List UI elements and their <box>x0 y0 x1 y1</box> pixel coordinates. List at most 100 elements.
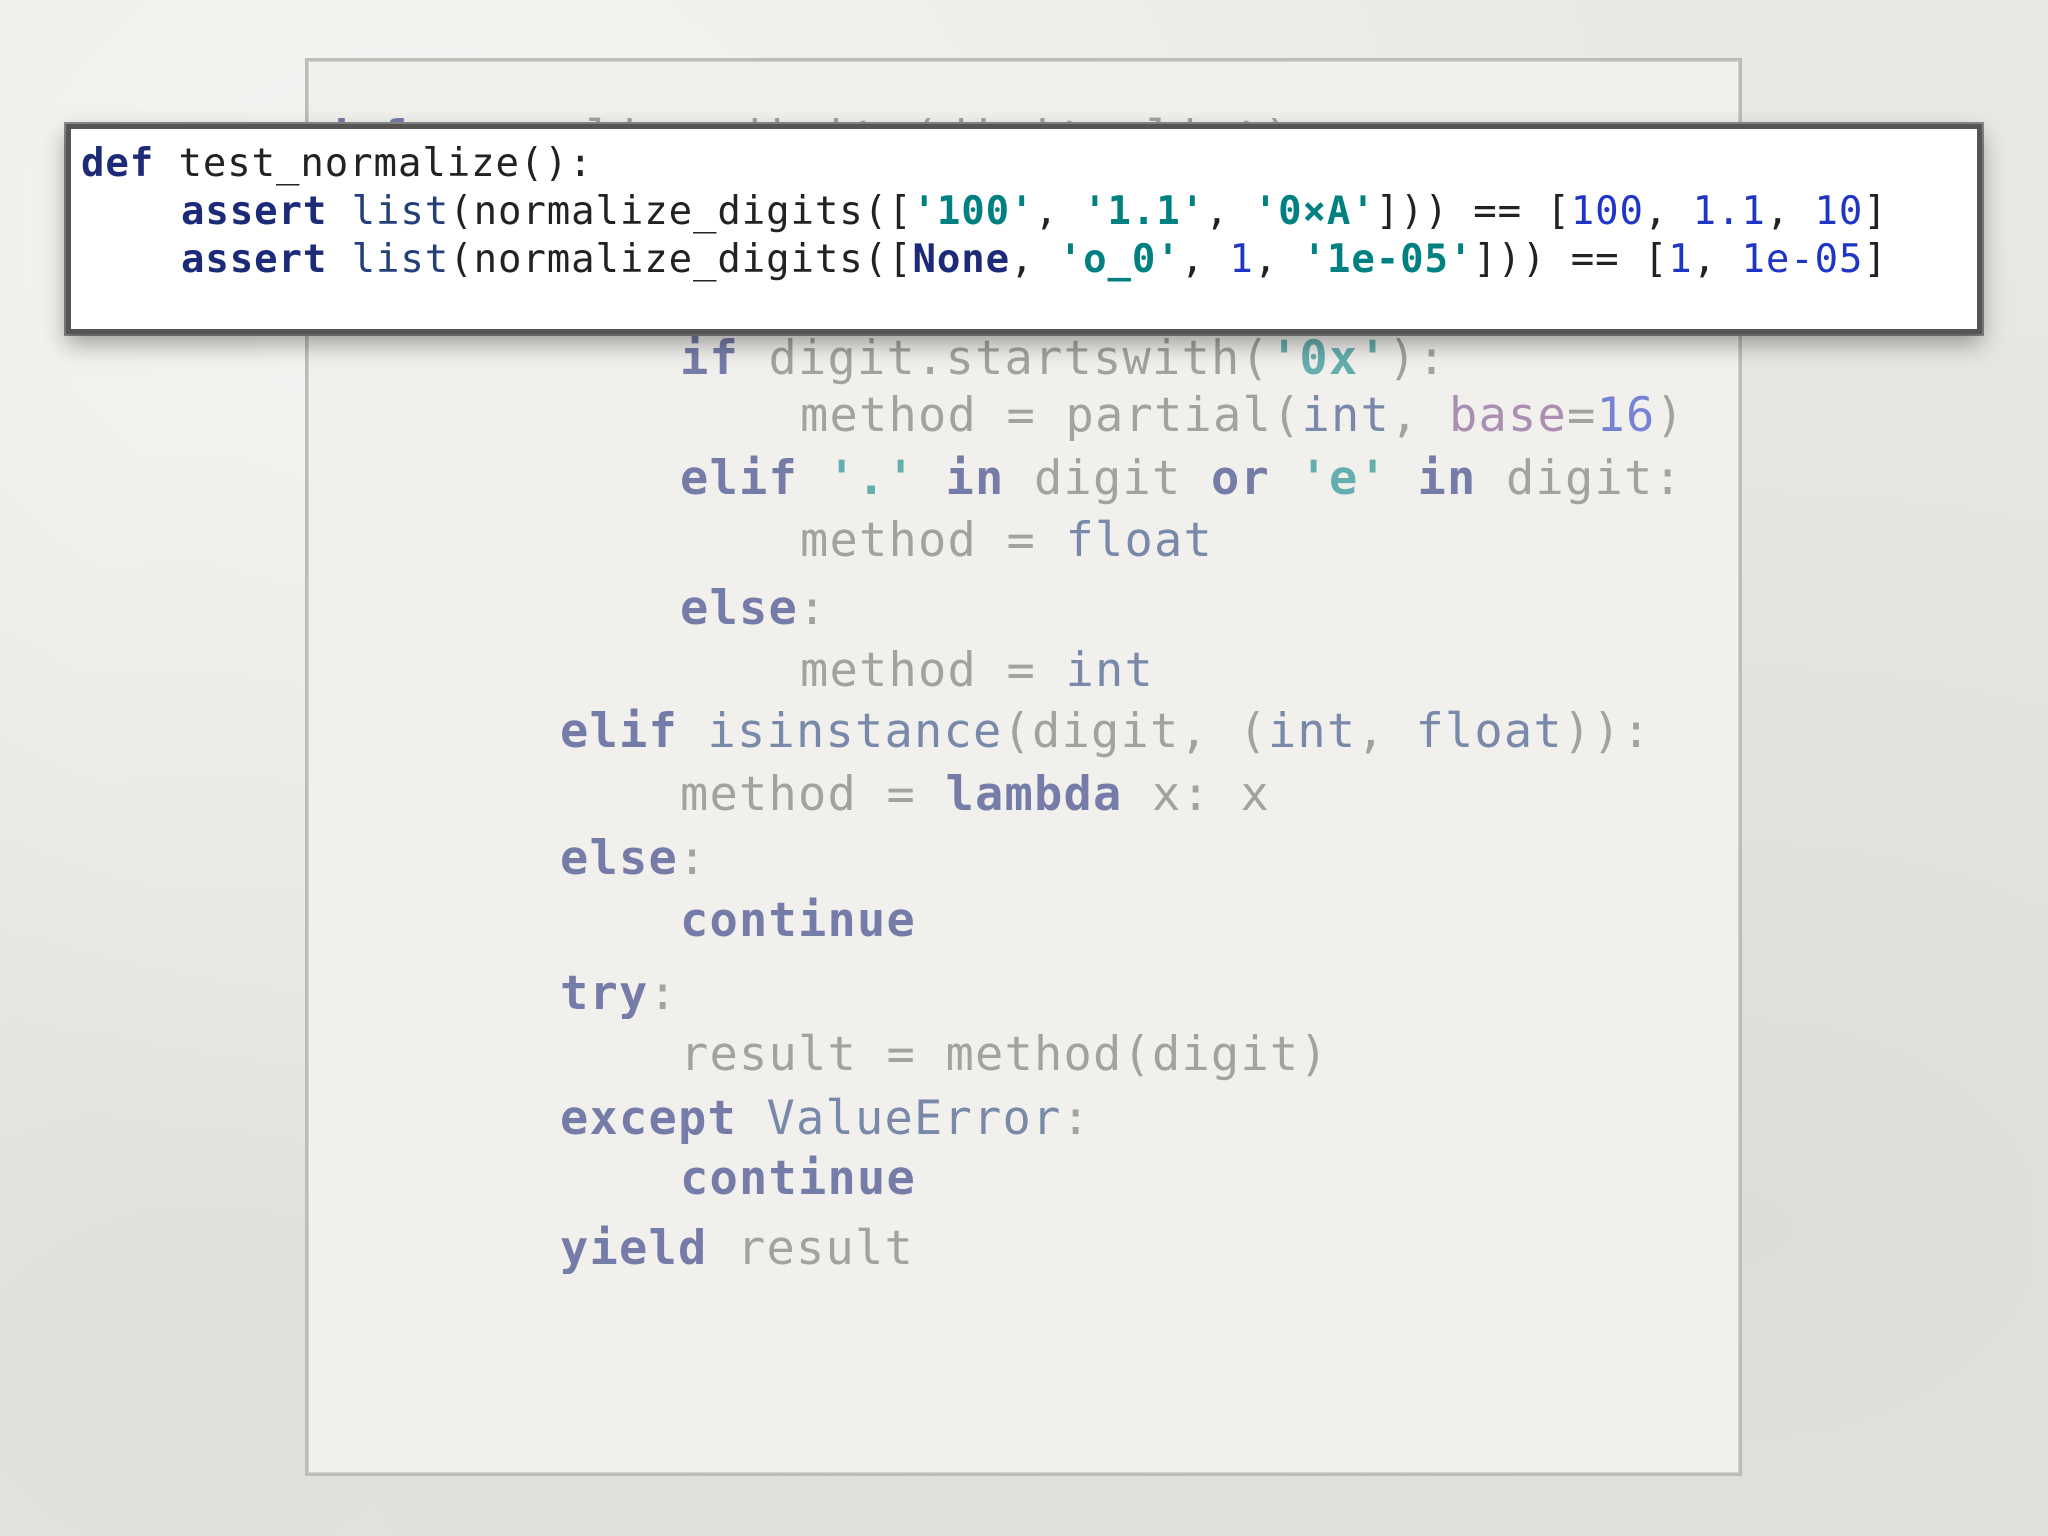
back-line: method = partial(int, base = 16) <box>800 388 1685 443</box>
back-token: or <box>1210 451 1270 506</box>
back-token: result = method(digit) <box>680 1027 1329 1082</box>
back-token: in <box>1417 451 1477 506</box>
back-line: try: <box>560 966 678 1021</box>
back-line: yield result <box>560 1221 914 1276</box>
front-token: 10 <box>1814 189 1864 234</box>
front-token: assert <box>181 237 328 282</box>
back-token: try <box>560 966 649 1021</box>
back-token: (digit, ( <box>1002 704 1268 759</box>
front-token: list <box>351 189 450 234</box>
front-token: 'o_0' <box>1058 237 1181 282</box>
back-line: except ValueError: <box>560 1091 1091 1146</box>
back-token: method = <box>800 513 1066 568</box>
back-token: int <box>1065 643 1154 698</box>
front-token: def <box>81 141 155 186</box>
front-line: assert list (normalize_digits([None, 'o_0… <box>181 237 1888 282</box>
back-token: yield <box>560 1221 708 1276</box>
back-line: else: <box>560 831 708 886</box>
front-token: , <box>1643 189 1693 234</box>
front-token: None <box>912 237 1010 282</box>
back-token: int <box>1301 388 1390 443</box>
back-token: : <box>648 966 678 1021</box>
front-token: , <box>1034 189 1084 234</box>
back-token: : <box>678 831 708 886</box>
back-token: ( <box>1271 388 1302 443</box>
back-token: '0x' <box>1269 331 1388 386</box>
front-token: '0×A' <box>1253 189 1376 234</box>
back-token: ValueError <box>766 1091 1062 1146</box>
back-line: method = int <box>800 643 1154 698</box>
front-token: 1 <box>1668 237 1693 282</box>
front-token: ] <box>1863 237 1888 282</box>
back-token: in <box>945 451 1005 506</box>
back-token: lambda <box>945 767 1123 822</box>
back-token: ): <box>1387 331 1447 386</box>
front-line: def test_normalize(): <box>81 141 593 186</box>
front-line: assert list (normalize_digits(['100', '1.… <box>181 189 1888 234</box>
front-token: (normalize_digits([ <box>449 237 913 282</box>
front-token: 1e-05 <box>1741 237 1864 282</box>
back-token: = <box>1566 388 1597 443</box>
front-token: (normalize_digits([ <box>449 189 913 234</box>
back-token: : <box>798 581 828 636</box>
front-token: ] <box>1863 189 1888 234</box>
back-line: else: <box>680 581 828 636</box>
front-token: , <box>1765 189 1815 234</box>
back-line: result = method(digit) <box>680 1027 1329 1082</box>
back-token: digit.startswith( <box>739 331 1270 386</box>
front-token: '1e-05' <box>1302 237 1474 282</box>
front-token <box>327 237 351 282</box>
back-line: if digit.startswith('0x'): <box>680 331 1447 386</box>
back-token: , <box>1356 704 1416 759</box>
back-token: float <box>1065 513 1213 568</box>
test-normalize-code: def test_normalize(): assert list (normali… <box>71 129 1977 329</box>
front-token: 1.1 <box>1692 189 1766 234</box>
front-token: 1 <box>1229 237 1254 282</box>
back-line: elif isinstance (digit, (int, float)): <box>560 704 1651 759</box>
back-token: else <box>680 581 798 636</box>
back-token: ) <box>1655 388 1685 443</box>
back-token: partial <box>1065 388 1272 443</box>
front-token: list <box>351 237 450 282</box>
back-token: else <box>560 831 678 886</box>
back-token <box>798 451 828 506</box>
back-token: '.' <box>827 451 916 506</box>
back-line: continue <box>680 893 916 948</box>
front-token: test_normalize(): <box>154 141 593 186</box>
front-token: ])) == [ <box>1473 237 1669 282</box>
back-token: if <box>680 331 739 386</box>
front-token: '1.1' <box>1083 189 1206 234</box>
back-token: : <box>1061 1091 1091 1146</box>
back-token <box>1270 451 1300 506</box>
back-token: elif <box>560 704 678 759</box>
back-token <box>678 704 708 759</box>
back-token: method = <box>680 767 946 822</box>
back-token <box>916 451 946 506</box>
back-token: except <box>560 1091 737 1146</box>
back-token: method = <box>800 388 1066 443</box>
back-token <box>1388 451 1418 506</box>
front-token: , <box>1009 237 1059 282</box>
front-token <box>327 189 351 234</box>
back-token: int <box>1267 704 1357 759</box>
back-token: , <box>1389 388 1449 443</box>
back-token: result <box>707 1221 914 1276</box>
front-token: , <box>1692 237 1742 282</box>
back-token: elif <box>680 451 798 506</box>
back-token: )): <box>1562 704 1652 759</box>
front-token: 100 <box>1570 189 1644 234</box>
back-token: continue <box>680 893 916 948</box>
back-line: method = lambda x: x <box>680 767 1270 822</box>
test-code-card: def test_normalize(): assert list (normali… <box>66 124 1982 334</box>
back-token: 16 <box>1596 388 1656 443</box>
back-token: base <box>1448 388 1567 443</box>
back-token: isinstance <box>707 704 1003 759</box>
back-token: digit <box>1004 451 1211 506</box>
back-token: x: x <box>1122 767 1270 822</box>
front-token: '100' <box>912 189 1035 234</box>
back-token <box>737 1091 767 1146</box>
front-token: , <box>1205 189 1254 234</box>
front-token: assert <box>181 189 328 234</box>
front-token: , <box>1180 237 1230 282</box>
front-token: ])) == [ <box>1375 189 1571 234</box>
